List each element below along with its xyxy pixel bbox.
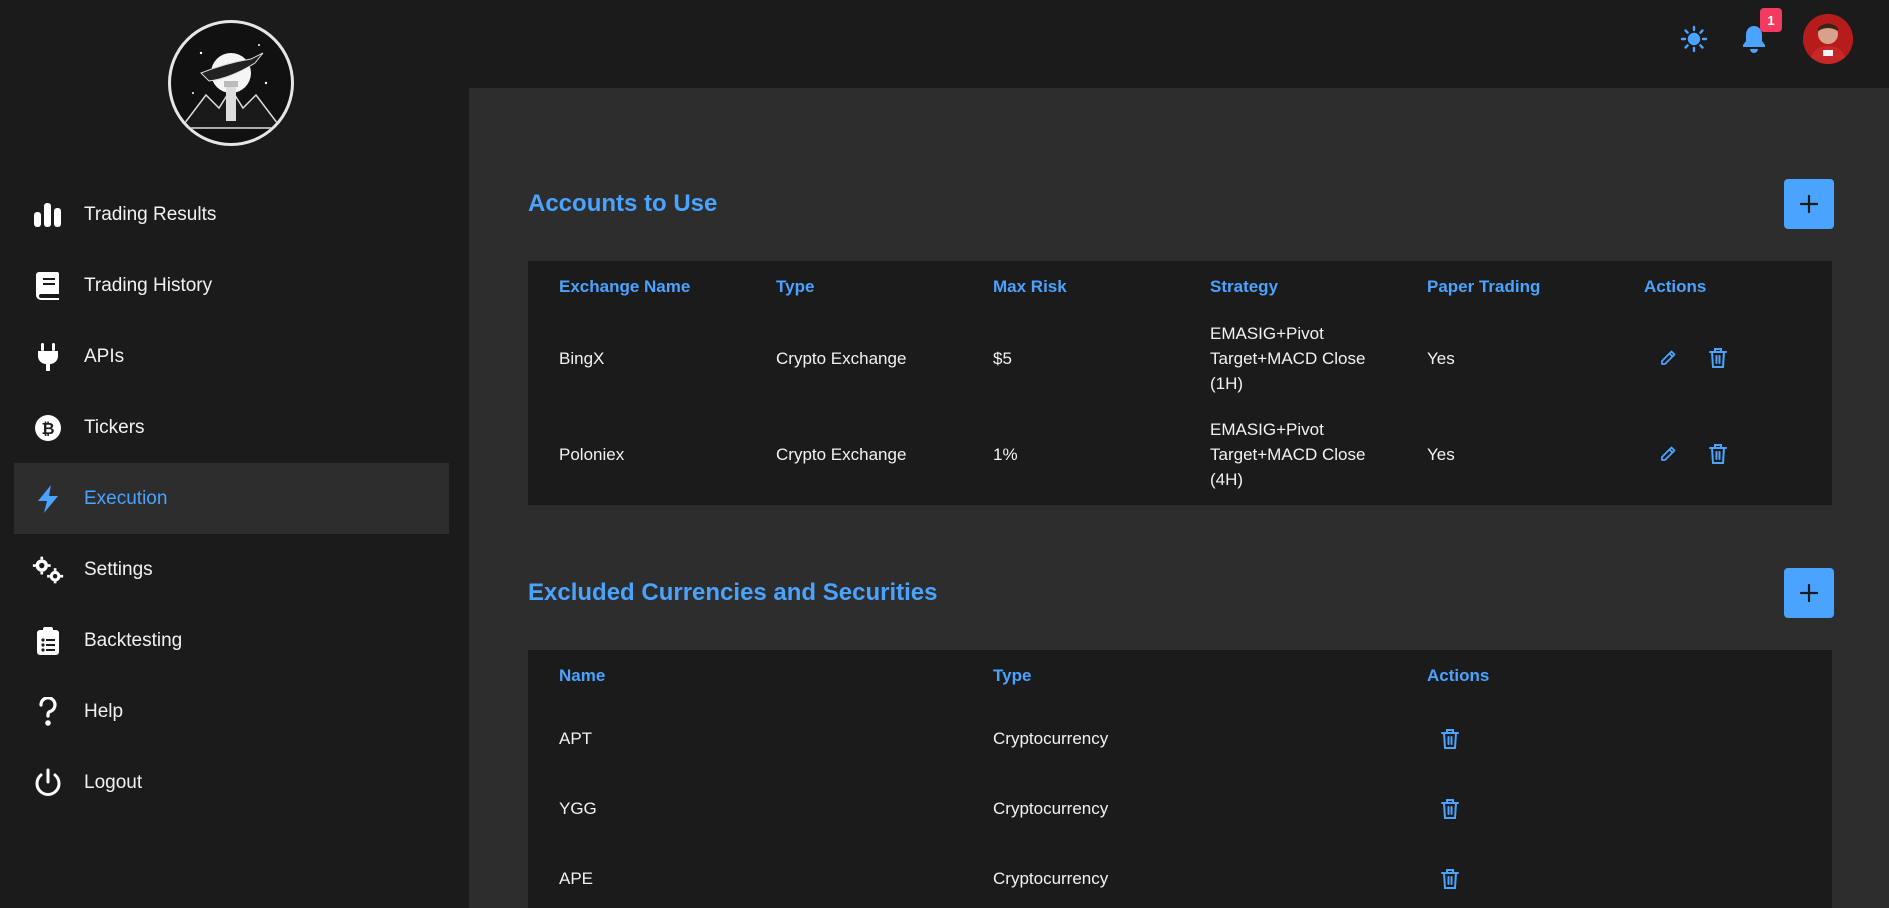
bar-chart-icon xyxy=(32,199,64,231)
sidebar-nav: Trading Results Trading History APIs ₿ Ticke… xyxy=(14,179,449,818)
cell-max-risk: 1% xyxy=(993,445,1018,464)
user-avatar[interactable] xyxy=(1803,14,1853,64)
cell-type: Cryptocurrency xyxy=(993,799,1109,818)
cell-name: YGG xyxy=(559,799,597,818)
strategy-line: (1H) xyxy=(1210,374,1244,393)
gears-icon xyxy=(32,554,64,586)
column-header: Paper Trading xyxy=(1427,277,1541,296)
strategy-line: Target+MACD Close xyxy=(1210,349,1366,368)
app: Trading Results Trading History APIs ₿ Ticke… xyxy=(0,0,1889,908)
clipboard-list-icon xyxy=(32,625,64,657)
strategy-line: (4H) xyxy=(1210,470,1244,489)
sidebar-item-label: Settings xyxy=(84,558,153,580)
accounts-table: Exchange Name Type Max Risk Strategy Paper T… xyxy=(528,261,1832,505)
column-header: Strategy xyxy=(1210,277,1279,296)
trash-icon[interactable] xyxy=(1705,345,1731,371)
sidebar-item-label: Trading Results xyxy=(84,203,217,225)
sidebar-item-label: APIs xyxy=(84,345,125,367)
trash-icon[interactable] xyxy=(1705,441,1731,467)
sidebar-item-backtesting[interactable]: Backtesting xyxy=(14,605,449,676)
strategy-line: EMASIG+Pivot xyxy=(1210,324,1324,343)
column-header: Type xyxy=(776,277,815,296)
cell-strategy: EMASIG+Pivot Target+MACD Close (4H) xyxy=(1210,417,1365,492)
cell-max-risk: $5 xyxy=(993,349,1012,368)
add-account-button[interactable] xyxy=(1784,179,1834,229)
column-header: Actions xyxy=(1427,666,1490,685)
svg-text:₿: ₿ xyxy=(41,419,54,438)
cell-name: APE xyxy=(559,869,594,888)
sun-icon[interactable] xyxy=(1677,22,1711,56)
plug-icon xyxy=(32,341,64,373)
cell-paper: Yes xyxy=(1427,445,1455,464)
logo[interactable] xyxy=(168,20,294,146)
sidebar-item-label: Tickers xyxy=(84,416,145,438)
sidebar-item-trading-results[interactable]: Trading Results xyxy=(14,179,449,250)
sidebar-item-apis[interactable]: APIs xyxy=(14,321,449,392)
sidebar-item-label: Backtesting xyxy=(84,629,183,651)
sidebar-item-label: Trading History xyxy=(84,274,213,296)
sidebar-item-logout[interactable]: Logout xyxy=(14,747,449,818)
cell-name: APT xyxy=(559,729,593,748)
column-header: Max Risk xyxy=(993,277,1067,296)
edit-icon[interactable] xyxy=(1655,345,1681,371)
cell-paper: Yes xyxy=(1427,349,1455,368)
cell-type: Crypto Exchange xyxy=(776,349,907,368)
sidebar-item-trading-history[interactable]: Trading History xyxy=(14,250,449,321)
notification-badge: 1 xyxy=(1760,8,1782,32)
cell-type: Crypto Exchange xyxy=(776,445,907,464)
bolt-icon xyxy=(32,483,64,515)
column-header: Actions xyxy=(1644,277,1707,296)
sidebar-item-settings[interactable]: Settings xyxy=(14,534,449,605)
sidebar: Trading Results Trading History APIs ₿ Ticke… xyxy=(0,0,469,908)
cell-exchange: Poloniex xyxy=(559,445,625,464)
trash-icon[interactable] xyxy=(1437,726,1463,752)
sidebar-item-execution[interactable]: Execution xyxy=(14,463,449,534)
main-content: Accounts to Use Exchange Name Type Max Ris… xyxy=(469,88,1889,908)
sidebar-item-label: Execution xyxy=(84,487,168,509)
cell-strategy: EMASIG+Pivot Target+MACD Close (1H) xyxy=(1210,321,1365,396)
column-header: Name xyxy=(559,666,606,685)
column-header: Exchange Name xyxy=(559,277,691,296)
cell-type: Cryptocurrency xyxy=(993,869,1109,888)
trash-icon[interactable] xyxy=(1437,796,1463,822)
accounts-title: Accounts to Use xyxy=(528,190,718,217)
power-icon xyxy=(32,767,64,799)
cell-exchange: BingX xyxy=(559,349,605,368)
bitcoin-icon: ₿ xyxy=(32,412,64,444)
sidebar-item-label: Logout xyxy=(84,771,143,793)
top-bar xyxy=(469,0,1889,88)
trash-icon[interactable] xyxy=(1437,866,1463,892)
column-header: Type xyxy=(993,666,1032,685)
excluded-table: Name Type Actions APT Cryptocurrency YGG Crypt… xyxy=(528,650,1832,908)
book-icon xyxy=(32,270,64,302)
sidebar-item-label: Help xyxy=(84,700,124,722)
strategy-line: EMASIG+Pivot xyxy=(1210,420,1324,439)
cell-type: Cryptocurrency xyxy=(993,729,1109,748)
edit-icon[interactable] xyxy=(1655,441,1681,467)
add-excluded-button[interactable] xyxy=(1784,568,1834,618)
sidebar-item-tickers[interactable]: ₿ Tickers xyxy=(14,392,449,463)
strategy-line: Target+MACD Close xyxy=(1210,445,1366,464)
excluded-title: Excluded Currencies and Securities xyxy=(528,579,938,606)
question-icon xyxy=(32,696,64,728)
sidebar-item-help[interactable]: Help xyxy=(14,676,449,747)
